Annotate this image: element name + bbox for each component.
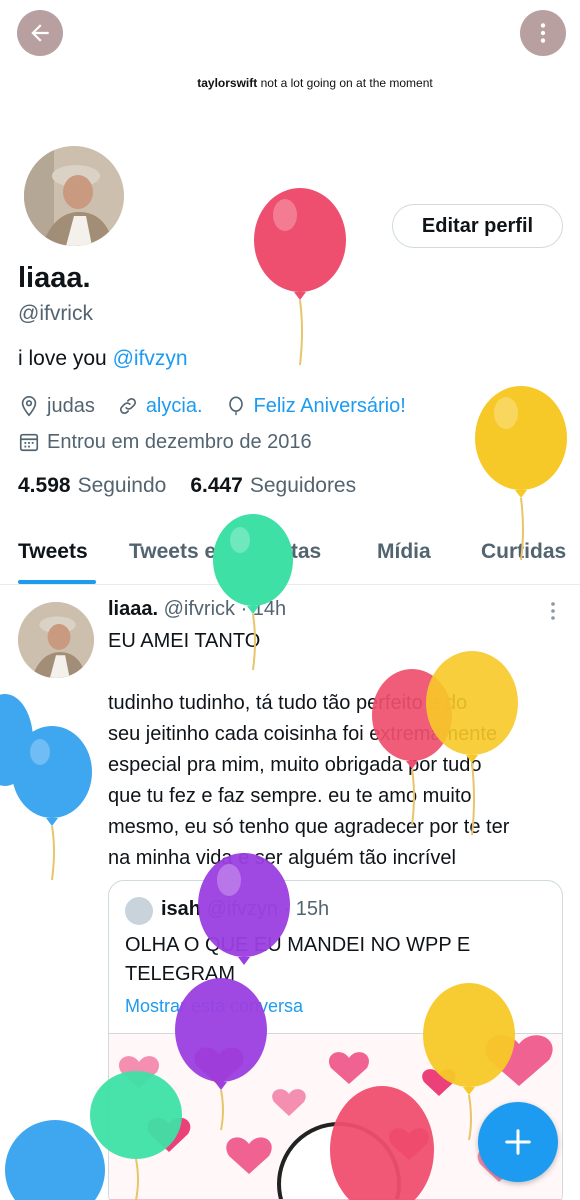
follow-stats: 4.598 Seguindo 6.447 Seguidores <box>18 474 380 498</box>
balloon-blue <box>12 726 92 881</box>
profile-display-name: liaaa. <box>18 262 91 294</box>
tweet-text-line: especial pra mim, muito obrigada por tud… <box>108 754 482 776</box>
compose-tweet-button[interactable] <box>478 1102 558 1182</box>
banner-username: taylorswift <box>197 76 258 90</box>
tab-tweets[interactable]: Tweets <box>18 540 88 564</box>
more-vertical-icon <box>551 602 555 620</box>
balloon-icon <box>228 396 243 416</box>
banner-text: not a lot going on at the moment <box>260 76 433 90</box>
joined-item: Entrou em dezembro de 2016 <box>18 431 312 454</box>
quoted-avatar <box>125 897 153 925</box>
birthday-link[interactable]: Feliz Aniversário! <box>254 395 406 418</box>
quoted-author-handle: @ifvzyn <box>206 898 279 920</box>
balloon-blue <box>0 694 33 786</box>
edit-profile-button[interactable]: Editar perfil <box>392 204 563 248</box>
tweet-avatar-photo <box>18 602 94 678</box>
quoted-time: · 15h <box>283 898 330 920</box>
quoted-header: isah @ifvzyn · 15h <box>161 898 329 921</box>
more-vertical-icon <box>540 23 546 43</box>
tweet-text-line: EU AMEI TANTO <box>108 630 261 652</box>
tweet-avatar[interactable] <box>18 602 94 678</box>
show-thread-link[interactable]: Mostrar esta conversa <box>125 996 303 1017</box>
followers-link[interactable]: 6.447 Seguidores <box>190 474 356 498</box>
profile-handle: @ifvrick <box>18 302 93 325</box>
tweet-author-name[interactable]: liaaa. <box>108 598 158 620</box>
tweet-more-button[interactable] <box>548 600 558 627</box>
tab-likes[interactable]: Curtidas <box>481 540 566 564</box>
location-text: judas <box>47 394 95 417</box>
arrow-left-icon <box>31 24 49 42</box>
balloon-blue <box>5 1120 105 1200</box>
active-tab-indicator <box>18 580 96 584</box>
following-count: 4.598 <box>18 474 71 497</box>
plus-icon <box>505 1129 531 1155</box>
tweet-time[interactable]: · 14h <box>241 598 287 620</box>
location-item: judas <box>18 395 95 418</box>
joined-text: Entrou em dezembro de 2016 <box>47 430 312 453</box>
following-link[interactable]: 4.598 Seguindo <box>18 474 166 498</box>
back-button[interactable] <box>17 10 63 56</box>
profile-bio: i love you @ifvzyn <box>18 347 188 371</box>
tweet-author-handle[interactable]: @ifvrick <box>164 598 235 620</box>
joined-row: Entrou em dezembro de 2016 <box>18 428 334 456</box>
profile-avatar[interactable] <box>20 142 128 250</box>
website-link[interactable]: alycia. <box>146 395 203 418</box>
tweet-text-line: mesmo, eu só tenho que agradecer por te … <box>108 816 510 838</box>
website-item[interactable]: alycia. <box>117 395 203 418</box>
tab-tweets-replies[interactable]: Tweets e respostas <box>129 540 321 564</box>
profile-tabs: Tweets Tweets e respostas Mídia Curtidas <box>0 530 580 585</box>
tweet-text-line: seu jeitinho cada coisinha foi extremame… <box>108 723 498 745</box>
more-options-button[interactable] <box>520 10 566 56</box>
followers-label: Seguidores <box>249 474 357 497</box>
tweet-text-line: tudinho tudinho, tá tudo tão perfeito e … <box>108 692 468 714</box>
tweet-text-line: que tu fez e faz sempre. eu te amo muito <box>108 785 472 807</box>
followers-count: 6.447 <box>190 474 243 497</box>
quoted-author-name: isah <box>161 898 202 920</box>
bio-mention-link[interactable]: @ifvzyn <box>113 347 188 370</box>
birthday-item[interactable]: Feliz Aniversário! <box>225 395 406 418</box>
quoted-text: OLHA O QUE EU MANDEI NO WPP E TELEGRAM <box>125 934 471 985</box>
link-icon <box>119 397 136 415</box>
avatar-photo <box>24 146 124 246</box>
location-pin-icon <box>21 396 37 417</box>
tab-media[interactable]: Mídia <box>377 540 431 564</box>
banner-caption: taylorswift not a lot going on at the mo… <box>0 76 580 90</box>
calendar-icon <box>19 433 39 452</box>
tweet-header: liaaa. @ifvrick · 14h <box>108 598 286 621</box>
following-label: Seguindo <box>77 474 167 497</box>
bio-text: i love you <box>18 347 113 370</box>
balloon-red <box>254 188 346 366</box>
tweet-text-line: na minha vida e ser alguém tão incrível <box>108 847 456 869</box>
profile-meta-row: judas alycia. Feliz Aniversário! <box>18 392 428 420</box>
